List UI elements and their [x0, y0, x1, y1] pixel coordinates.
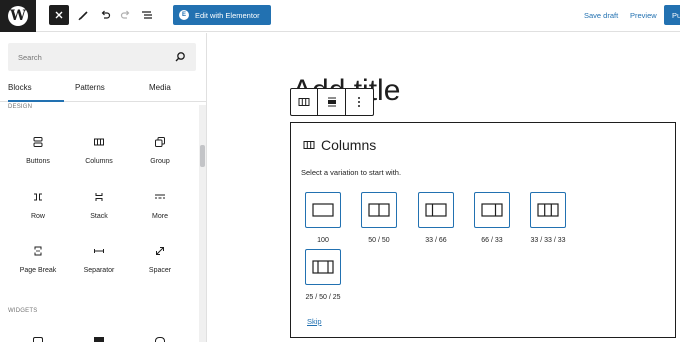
block-buttons[interactable]: Buttons: [8, 135, 68, 185]
columns-icon: [303, 141, 315, 149]
layout-66-33-icon: [481, 203, 503, 217]
layout-50-50-icon: [368, 203, 390, 217]
block-label: Page Break: [19, 267, 57, 274]
variation-66-33-button[interactable]: [474, 192, 510, 228]
row-icon: [31, 190, 45, 204]
separator-icon: [92, 244, 106, 258]
page-break-icon: [31, 244, 45, 258]
block-inserter-panel: Search Blocks Patterns Media DESIGN Butt…: [0, 33, 207, 342]
tab-media[interactable]: Media: [149, 78, 199, 102]
inserter-tabs: Blocks Patterns Media: [0, 78, 206, 102]
block-spacer[interactable]: Spacer: [130, 244, 190, 294]
widget-icon-partial[interactable]: [94, 337, 104, 342]
tools-button[interactable]: [74, 6, 92, 24]
more-vertical-icon: [358, 97, 361, 107]
block-options-button[interactable]: [346, 89, 373, 115]
block-stack[interactable]: Stack: [69, 190, 129, 240]
stack-icon: [92, 190, 106, 204]
block-label: Group: [150, 158, 170, 165]
search-placeholder: Search: [18, 53, 42, 62]
block-label: Stack: [90, 213, 108, 220]
list-view-icon: [142, 11, 152, 19]
undo-button[interactable]: [96, 6, 114, 24]
spacer-icon: [153, 244, 167, 258]
block-label: Buttons: [26, 158, 50, 165]
block-type-button[interactable]: [291, 89, 319, 115]
widget-icon-partial[interactable]: [33, 337, 43, 342]
layout-25-50-25-icon: [312, 260, 334, 274]
columns-icon: [298, 98, 310, 106]
variation-label: 66 / 33: [481, 237, 503, 244]
placeholder-description: Select a variation to start with.: [301, 168, 402, 177]
block-page-break[interactable]: Page Break: [8, 244, 68, 294]
block-more[interactable]: More: [130, 190, 190, 240]
elementor-button-label: Edit with Elementor: [195, 10, 260, 20]
block-toolbar: [290, 88, 374, 116]
redo-button[interactable]: [117, 6, 135, 24]
editor-top-toolbar: W E Edit with Elementor Save draft Previ…: [0, 0, 680, 32]
block-label: Spacer: [148, 267, 172, 274]
block-label: More: [152, 213, 168, 220]
inserter-scrollbar-thumb[interactable]: [200, 145, 205, 167]
variation-50-50-button[interactable]: [361, 192, 397, 228]
undo-icon: [101, 10, 111, 19]
variation-label: 100: [317, 237, 329, 244]
block-columns[interactable]: Columns: [69, 135, 129, 185]
close-inserter-button[interactable]: [49, 5, 69, 25]
document-overview-button[interactable]: [138, 6, 156, 24]
variation-label: 33 / 33 / 33: [530, 237, 566, 244]
variation-100-button[interactable]: [305, 192, 341, 228]
tab-patterns[interactable]: Patterns: [75, 78, 135, 102]
align-button[interactable]: [318, 89, 346, 115]
buttons-icon: [31, 135, 45, 149]
wordpress-icon: W: [8, 6, 28, 26]
block-label: Separator: [83, 267, 115, 274]
pencil-icon: [78, 11, 88, 21]
preview-button[interactable]: Preview: [630, 11, 657, 20]
section-widgets-label: WIDGETS: [8, 308, 38, 314]
layout-33-33-33-icon: [537, 203, 559, 217]
close-icon: [55, 11, 63, 19]
wordpress-logo-button[interactable]: W: [0, 0, 36, 32]
block-row[interactable]: Row: [8, 190, 68, 240]
variation-label: 33 / 66: [425, 237, 447, 244]
elementor-icon: E: [179, 10, 189, 20]
variation-25-50-25-button[interactable]: [305, 249, 341, 285]
layout-33-66-icon: [425, 203, 447, 217]
widget-icon-partial[interactable]: [155, 337, 165, 342]
block-label: Row: [30, 213, 45, 220]
more-icon: [153, 190, 167, 204]
tab-blocks[interactable]: Blocks: [8, 78, 64, 102]
align-wide-icon: [327, 97, 336, 107]
block-label: Columns: [85, 158, 113, 165]
variation-33-66-button[interactable]: [418, 192, 454, 228]
variation-label: 50 / 50: [368, 237, 390, 244]
variation-label: 25 / 50 / 25: [305, 294, 341, 301]
block-group[interactable]: Group: [130, 135, 190, 185]
save-draft-button[interactable]: Save draft: [584, 11, 618, 20]
columns-icon: [92, 135, 106, 149]
search-icon: [175, 52, 185, 62]
group-icon: [153, 135, 167, 149]
layout-100-icon: [312, 203, 334, 217]
block-search-input[interactable]: Search: [8, 43, 196, 71]
publish-button[interactable]: Pu: [664, 5, 680, 25]
section-design-label: DESIGN: [8, 104, 33, 110]
skip-link[interactable]: Skip: [307, 317, 322, 326]
inserter-scrollbar[interactable]: [199, 105, 206, 342]
columns-placeholder: Columns Select a variation to start with…: [290, 122, 676, 338]
variation-33-33-33-button[interactable]: [530, 192, 566, 228]
edit-with-elementor-button[interactable]: E Edit with Elementor: [173, 5, 271, 25]
redo-icon: [120, 10, 130, 19]
placeholder-title: Columns: [321, 137, 377, 153]
block-separator[interactable]: Separator: [69, 244, 129, 294]
